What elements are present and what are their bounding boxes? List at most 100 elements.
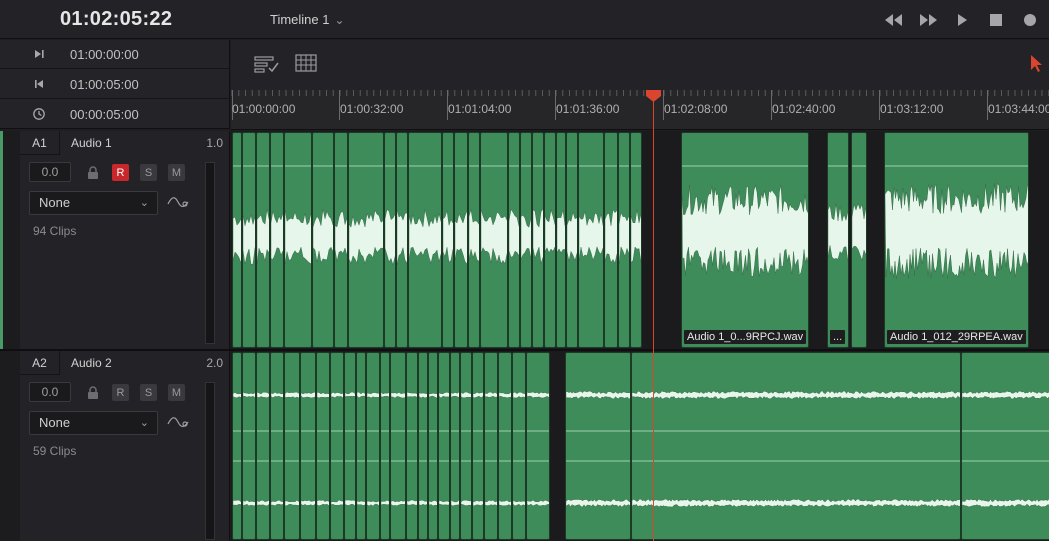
- audio-clip[interactable]: [618, 132, 630, 348]
- audio-clip[interactable]: [565, 352, 631, 540]
- chevron-down-icon: ⌄: [139, 197, 149, 209]
- track-volume-field[interactable]: 0.0: [29, 382, 71, 402]
- audio-clip[interactable]: [428, 352, 438, 540]
- out-point-row: 01:00:05:00: [0, 70, 230, 99]
- timeline-ruler[interactable]: 01:00:00:00 01:00:32:00 01:01:04:00 01:0…: [231, 90, 1049, 130]
- audio-clip[interactable]: [544, 132, 556, 348]
- mute-button[interactable]: M: [168, 164, 185, 181]
- timeline-selector[interactable]: Timeline 1 ⌄: [270, 12, 345, 27]
- audio-clip[interactable]: [366, 352, 380, 540]
- audio-clip[interactable]: ...: [827, 132, 849, 348]
- audio-clip[interactable]: [256, 352, 270, 540]
- audio-clip[interactable]: [438, 352, 450, 540]
- timeline-view-options-button[interactable]: [254, 54, 279, 74]
- audio-clip[interactable]: [480, 132, 508, 348]
- audio-clip[interactable]: [312, 132, 334, 348]
- audio-clip[interactable]: [418, 352, 428, 540]
- track-id[interactable]: A1: [20, 131, 60, 155]
- selection-tool-button[interactable]: [1029, 53, 1045, 73]
- record-arm-button[interactable]: R: [112, 384, 129, 401]
- track-lane-a2[interactable]: [231, 351, 1049, 541]
- audio-clip[interactable]: [578, 132, 604, 348]
- audio-clip[interactable]: [284, 352, 300, 540]
- lock-icon[interactable]: [86, 166, 100, 180]
- solo-button[interactable]: S: [140, 384, 157, 401]
- waveform: [271, 391, 283, 506]
- audio-clip[interactable]: [270, 132, 284, 348]
- audio-clip[interactable]: [566, 132, 578, 348]
- audio-clip[interactable]: [384, 132, 396, 348]
- audio-clip[interactable]: [316, 352, 330, 540]
- track-lane-a1[interactable]: Audio 1_0...9RPCJ.wav... Audio 1_012_29RP…: [231, 131, 1049, 349]
- audio-clip[interactable]: [242, 132, 256, 348]
- track-name[interactable]: Audio 2: [71, 356, 112, 370]
- playhead-line[interactable]: [653, 96, 654, 541]
- audio-clip[interactable]: [460, 352, 472, 540]
- track-name[interactable]: Audio 1: [71, 136, 112, 150]
- lock-icon[interactable]: [86, 386, 100, 400]
- track-effect-dropdown[interactable]: None ⌄: [29, 191, 158, 215]
- clip-filename-label: ...: [830, 330, 846, 344]
- record-button[interactable]: [1019, 10, 1041, 30]
- audio-clip[interactable]: [256, 132, 270, 348]
- playhead-handle[interactable]: [645, 90, 662, 102]
- audio-clip[interactable]: [348, 132, 384, 348]
- track-id[interactable]: A2: [20, 351, 60, 375]
- audio-clip[interactable]: [472, 352, 484, 540]
- audio-clip[interactable]: [468, 132, 480, 348]
- audio-clip[interactable]: [344, 352, 356, 540]
- grid-toggle-button[interactable]: [295, 54, 319, 74]
- audio-clip[interactable]: [556, 132, 566, 348]
- audio-clip[interactable]: [334, 132, 348, 348]
- audio-clip[interactable]: [631, 352, 961, 540]
- audio-clip[interactable]: [508, 132, 520, 348]
- rewind-button[interactable]: [883, 10, 905, 30]
- audio-clip[interactable]: [396, 132, 408, 348]
- play-button[interactable]: [951, 10, 973, 30]
- waveform: [419, 392, 427, 506]
- audio-clip[interactable]: [484, 352, 498, 540]
- audio-clip[interactable]: [532, 132, 544, 348]
- audio-clip[interactable]: [242, 352, 256, 540]
- audio-clip[interactable]: [526, 352, 550, 540]
- ruler-label: 01:01:04:00: [448, 102, 512, 116]
- waveform: [397, 165, 407, 265]
- audio-clip[interactable]: [232, 132, 242, 348]
- audio-clip[interactable]: [284, 132, 312, 348]
- waveform: [335, 165, 347, 262]
- mute-button[interactable]: M: [168, 384, 185, 401]
- audio-clip[interactable]: [630, 132, 642, 348]
- stop-button[interactable]: [985, 10, 1007, 30]
- audio-clip[interactable]: [270, 352, 284, 540]
- audio-clip[interactable]: [454, 132, 468, 348]
- track-volume-field[interactable]: 0.0: [29, 162, 71, 182]
- audio-clip[interactable]: [498, 352, 512, 540]
- audio-clip[interactable]: [300, 352, 316, 540]
- audio-clip[interactable]: [356, 352, 366, 540]
- audio-clip[interactable]: [232, 352, 242, 540]
- audio-clip[interactable]: [851, 132, 867, 348]
- audio-clip[interactable]: Audio 1_012_29RPEA.wav: [884, 132, 1029, 348]
- audio-clip[interactable]: [408, 132, 442, 348]
- audio-clip[interactable]: [520, 132, 532, 348]
- record-arm-button[interactable]: R: [112, 164, 129, 181]
- audio-clip[interactable]: [390, 352, 406, 540]
- fast-forward-button[interactable]: [917, 10, 939, 30]
- waveform: [461, 391, 471, 506]
- waveform: [962, 390, 1049, 508]
- audio-clip[interactable]: [330, 352, 344, 540]
- audio-clip[interactable]: [406, 352, 418, 540]
- audio-clip[interactable]: Audio 1_0...9RPCJ.wav: [681, 132, 809, 348]
- audio-clip[interactable]: [450, 352, 460, 540]
- automation-curve-icon[interactable]: [167, 195, 189, 209]
- automation-curve-icon[interactable]: [167, 415, 189, 429]
- audio-clip[interactable]: [604, 132, 618, 348]
- audio-clip[interactable]: [512, 352, 526, 540]
- waveform: [567, 165, 577, 262]
- waveform: [385, 165, 395, 266]
- audio-clip[interactable]: [442, 132, 454, 348]
- audio-clip[interactable]: [380, 352, 390, 540]
- track-effect-dropdown[interactable]: None ⌄: [29, 411, 158, 435]
- audio-clip[interactable]: [961, 352, 1049, 540]
- solo-button[interactable]: S: [140, 164, 157, 181]
